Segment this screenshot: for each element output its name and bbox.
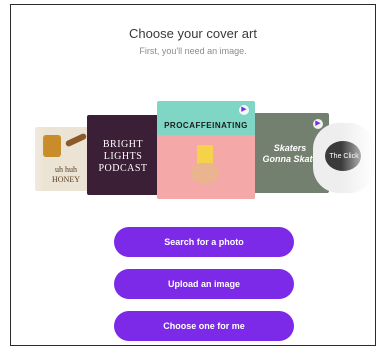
dialog-subtitle: First, you'll need an image. bbox=[139, 46, 247, 56]
cover-card-label: BRIGHT LIGHTS PODCAST bbox=[98, 139, 148, 174]
cover-card-procaffeinating[interactable]: ▶ PROCAFFEINATING bbox=[157, 101, 255, 199]
speaker-icon: ▶ bbox=[313, 119, 323, 129]
cover-card-podcast[interactable]: BRIGHT LIGHTS PODCAST bbox=[87, 115, 159, 195]
cover-art-carousel: uh huh HONEY BRIGHT LIGHTS PODCAST ▶ Ska… bbox=[11, 95, 375, 199]
honey-dipper-icon bbox=[64, 132, 88, 148]
dialog-title: Choose your cover art bbox=[129, 26, 257, 41]
hand-icon bbox=[191, 163, 219, 183]
search-photo-button[interactable]: Search for a photo bbox=[114, 227, 294, 257]
carousel-fade-right bbox=[341, 95, 375, 199]
speaker-icon: ▶ bbox=[239, 105, 249, 115]
carousel-fade-left bbox=[11, 95, 45, 199]
choose-for-me-button[interactable]: Choose one for me bbox=[114, 311, 294, 341]
upload-image-button[interactable]: Upload an image bbox=[114, 269, 294, 299]
cover-card-label: PROCAFFEINATING bbox=[164, 121, 248, 130]
cover-art-dialog: Choose your cover art First, you'll need… bbox=[10, 4, 376, 346]
honey-jar-icon bbox=[43, 135, 61, 157]
coffee-cup-icon bbox=[197, 145, 213, 165]
